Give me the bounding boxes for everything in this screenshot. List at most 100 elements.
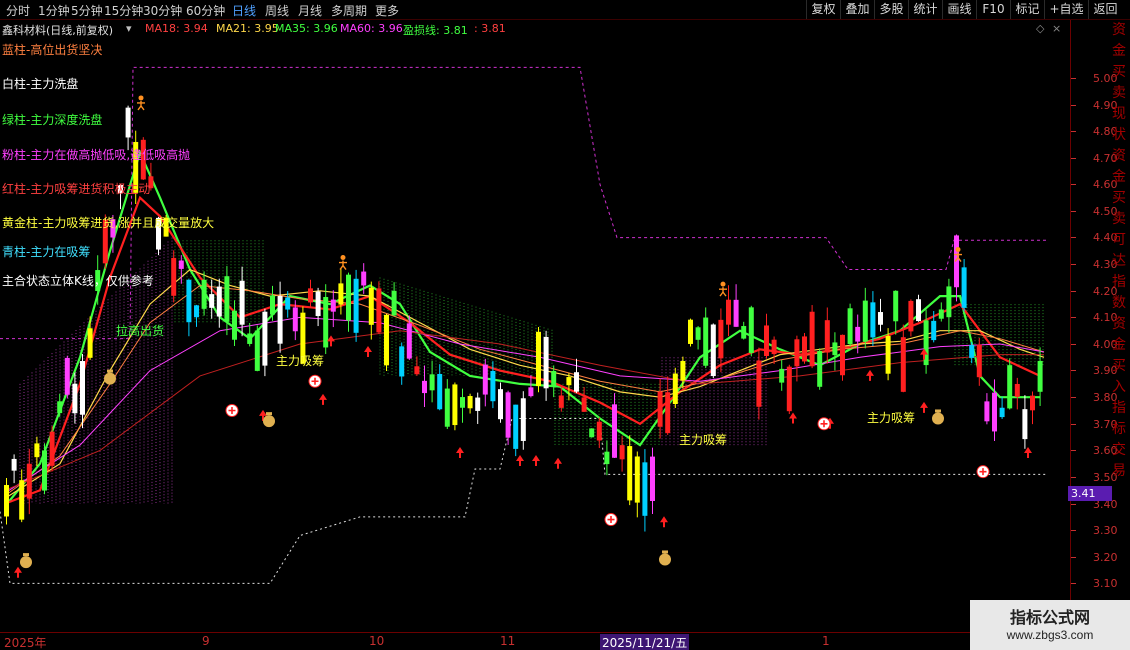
right-side-indicator-strip[interactable]: 资金买卖现状资金买卖可达指数资金买入指标交易 <box>1112 20 1130 632</box>
overlay-button[interactable]: 叠加 <box>840 0 874 19</box>
candle-body <box>49 431 55 466</box>
adjust-button[interactable]: 复权 <box>806 0 840 19</box>
candle-body <box>338 283 344 305</box>
back-button[interactable]: 返回 <box>1088 0 1122 19</box>
period-weekly[interactable]: 周线 <box>265 2 289 19</box>
indicator-dropdown-icon[interactable]: ▾ <box>126 22 132 35</box>
candle-body <box>733 299 739 327</box>
candle-body <box>406 323 412 359</box>
candle-body <box>11 458 17 471</box>
period-60min[interactable]: 60分钟 <box>186 2 225 19</box>
candle-body <box>710 324 716 377</box>
candle-body <box>794 339 800 367</box>
person-signal-icon <box>137 100 145 111</box>
candle-body <box>452 384 458 426</box>
buy-arrow-icon <box>789 412 797 424</box>
candle-body <box>19 480 25 520</box>
candle-body <box>1022 409 1028 440</box>
buy-arrow-icon <box>319 393 327 405</box>
y-tickmark <box>1071 397 1076 398</box>
period-30min[interactable]: 30分钟 <box>143 2 182 19</box>
period-toolbar: 分时 1分钟 5分钟 15分钟 30分钟 60分钟 日线 周线 月线 多周期 更… <box>0 0 1130 20</box>
candle-body <box>604 451 610 465</box>
candle-body <box>186 279 192 323</box>
draw-line-button[interactable]: 画线 <box>942 0 976 19</box>
candle-body <box>596 421 602 441</box>
annotation-absorb-2: 主力吸筹 <box>679 433 728 447</box>
candle-body <box>353 278 359 333</box>
period-monthly[interactable]: 月线 <box>298 2 322 19</box>
money-bag-icon <box>107 369 113 373</box>
legend-cyan: 青柱-主力在吸筹 <box>2 245 91 259</box>
period-1min[interactable]: 1分钟 <box>38 2 70 19</box>
diamond-icon[interactable]: ◇ <box>1036 22 1044 35</box>
y-tickmark <box>1071 370 1076 371</box>
candle-body <box>528 387 534 397</box>
candle-body <box>254 330 260 371</box>
candle-body <box>741 326 747 339</box>
candle-body <box>665 392 671 434</box>
candle-body <box>292 307 298 332</box>
x-label: 2025年 <box>4 636 47 650</box>
candle-body <box>840 334 845 376</box>
close-icon[interactable]: × <box>1052 22 1061 35</box>
legend-red: 红柱-主力吸筹进货积极主动 <box>2 182 151 196</box>
multi-stock-button[interactable]: 多股 <box>874 0 908 19</box>
x-label-current-date[interactable]: 2025/11/21/五 <box>600 634 690 650</box>
candle-body <box>57 401 63 414</box>
buy-arrow-icon <box>456 447 464 459</box>
candle-body <box>650 456 655 501</box>
candle-body <box>323 297 329 348</box>
candle-body <box>581 397 587 412</box>
profit-loss-value-2: : 3.81 <box>474 22 506 35</box>
buy-arrow-icon <box>554 457 562 469</box>
watermark-logo: 指标公式网 www.zbgs3.com <box>970 600 1130 650</box>
candle-body <box>726 299 731 325</box>
y-tickmark <box>1071 264 1076 265</box>
candle-body <box>938 309 944 319</box>
period-5min[interactable]: 5分钟 <box>71 2 103 19</box>
y-tickmark <box>1071 344 1076 345</box>
x-label: 11 <box>500 634 516 648</box>
candle-body <box>885 335 891 374</box>
candle-body <box>87 328 93 358</box>
candle-body <box>878 312 883 325</box>
candle-body <box>475 397 481 411</box>
candle-body <box>992 392 997 432</box>
period-15min[interactable]: 15分钟 <box>104 2 143 19</box>
money-bag-icon <box>662 550 668 554</box>
candle-body <box>171 257 177 296</box>
candle-body <box>969 345 975 358</box>
candle-body <box>232 310 237 340</box>
candle-body <box>201 279 207 309</box>
f10-button[interactable]: F10 <box>976 0 1010 19</box>
candle-body <box>976 344 982 378</box>
period-intraday[interactable]: 分时 <box>6 2 30 19</box>
candle-body <box>277 295 283 344</box>
candle-body <box>239 280 245 325</box>
buy-arrow-icon <box>516 455 524 467</box>
candle-body <box>756 360 762 407</box>
candle-body <box>285 297 291 310</box>
ma35-value: MA35: 3.96 <box>275 22 338 35</box>
candle-body <box>376 288 382 333</box>
mark-button[interactable]: 标记 <box>1010 0 1044 19</box>
candle-body <box>946 286 952 318</box>
period-daily[interactable]: 日线 <box>232 2 256 19</box>
buy-arrow-icon <box>866 369 874 381</box>
add-watchlist-button[interactable]: +自选 <box>1044 0 1088 19</box>
y-tickmark <box>1071 557 1076 558</box>
candle-body <box>619 445 625 460</box>
period-more[interactable]: 更多 <box>375 2 399 19</box>
legend-blue: 蓝柱-高位出货坚决 <box>2 43 103 57</box>
period-multi[interactable]: 多周期 <box>331 2 367 19</box>
candle-body <box>467 396 473 409</box>
candle-body <box>399 346 405 377</box>
candle-body <box>1014 383 1020 397</box>
candle-body <box>346 274 351 321</box>
stats-button[interactable]: 统计 <box>908 0 942 19</box>
candle-body <box>490 370 496 402</box>
candle-body <box>847 308 853 345</box>
candle-body <box>589 428 595 438</box>
candle-body <box>817 351 823 387</box>
